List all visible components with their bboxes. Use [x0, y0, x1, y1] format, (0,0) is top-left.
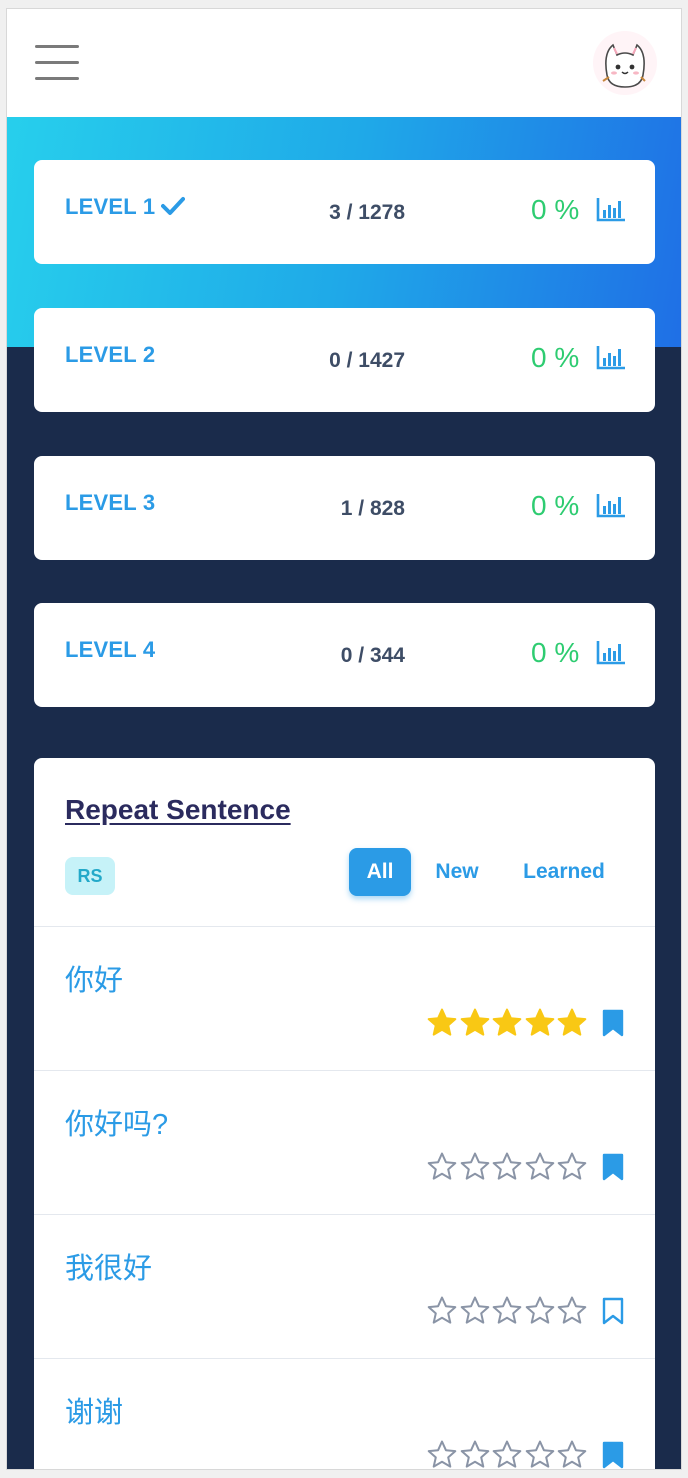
- bookmark-outline-icon[interactable]: [602, 1297, 624, 1325]
- level-percent: 0 %: [531, 490, 580, 521]
- sentence-text: 谢谢: [65, 1397, 124, 1429]
- star-outline-icon: [492, 1296, 522, 1324]
- repeat-sentence-panel: Repeat Sentence RS All New Learned 你好你好吗…: [34, 758, 655, 1469]
- star-filled-icon: [492, 1008, 522, 1036]
- star-rating[interactable]: [426, 1439, 589, 1469]
- level-card-3[interactable]: LEVEL 3 1 / 828 0 %: [34, 456, 655, 560]
- star-rating[interactable]: [426, 1295, 589, 1327]
- sentence-row[interactable]: 你好吗?: [34, 1070, 655, 1214]
- sentence-row[interactable]: 你好: [34, 926, 655, 1070]
- star-outline-icon: [492, 1440, 522, 1468]
- check-icon: [161, 197, 186, 215]
- star-outline-icon: [427, 1296, 457, 1324]
- star-outline-icon: [460, 1440, 489, 1468]
- level-progress-count: 0 / 1427: [329, 349, 405, 372]
- filter-learned-button[interactable]: Learned: [514, 848, 614, 896]
- star-outline-icon: [427, 1440, 457, 1468]
- sentence-text: 我很好: [65, 1253, 153, 1285]
- category-badge: RS: [65, 857, 115, 895]
- level-progress-count: 0 / 344: [340, 644, 405, 667]
- star-rating[interactable]: [426, 1151, 589, 1183]
- hamburger-menu-icon[interactable]: [35, 45, 79, 81]
- star-outline-icon: [558, 1440, 587, 1468]
- star-outline-icon: [492, 1152, 522, 1180]
- sentence-text: 你好吗?: [65, 1109, 169, 1141]
- star-outline-icon: [460, 1152, 489, 1180]
- sentence-text: 你好: [65, 965, 124, 997]
- star-filled-icon: [460, 1008, 489, 1036]
- star-filled-icon: [525, 1008, 555, 1036]
- app-frame: LEVEL 1 3 / 1278 0 % LEVEL 2 0 / 1427 0 …: [6, 8, 682, 1470]
- level-name: LEVEL 2: [65, 342, 156, 367]
- level-progress-count: 3 / 1278: [329, 201, 405, 224]
- star-outline-icon: [558, 1296, 587, 1324]
- bar-chart-icon[interactable]: [596, 639, 626, 665]
- star-outline-icon: [427, 1152, 457, 1180]
- bar-chart-icon[interactable]: [596, 492, 626, 518]
- bookmark-filled-icon[interactable]: [602, 1441, 624, 1469]
- cat-avatar-icon[interactable]: [593, 31, 657, 95]
- star-outline-icon: [525, 1440, 555, 1468]
- star-outline-icon: [460, 1296, 489, 1324]
- level-percent: 0 %: [531, 637, 580, 668]
- bookmark-filled-icon[interactable]: [602, 1153, 624, 1181]
- level-name: LEVEL 1: [65, 194, 186, 220]
- bookmark-filled-icon[interactable]: [602, 1009, 624, 1037]
- star-rating[interactable]: [426, 1007, 589, 1039]
- star-filled-icon: [427, 1008, 457, 1036]
- level-name: LEVEL 3: [65, 490, 156, 515]
- bar-chart-icon[interactable]: [596, 196, 626, 222]
- star-outline-icon: [558, 1152, 587, 1180]
- section-title[interactable]: Repeat Sentence: [65, 794, 291, 826]
- level-progress-count: 1 / 828: [340, 497, 405, 520]
- sentence-row[interactable]: 谢谢: [34, 1358, 655, 1469]
- bar-chart-icon[interactable]: [596, 344, 626, 370]
- filter-all-button[interactable]: All: [349, 848, 411, 896]
- star-outline-icon: [525, 1152, 555, 1180]
- sentence-row[interactable]: 我很好: [34, 1214, 655, 1358]
- level-card-2[interactable]: LEVEL 2 0 / 1427 0 %: [34, 308, 655, 412]
- level-card-4[interactable]: LEVEL 4 0 / 344 0 %: [34, 603, 655, 707]
- star-filled-icon: [558, 1008, 587, 1036]
- level-card-1[interactable]: LEVEL 1 3 / 1278 0 %: [34, 160, 655, 264]
- level-name: LEVEL 4: [65, 637, 156, 662]
- level-percent: 0 %: [531, 342, 580, 373]
- top-bar: [7, 9, 681, 117]
- level-percent: 0 %: [531, 194, 580, 225]
- filter-new-button[interactable]: New: [426, 848, 488, 896]
- star-outline-icon: [525, 1296, 555, 1324]
